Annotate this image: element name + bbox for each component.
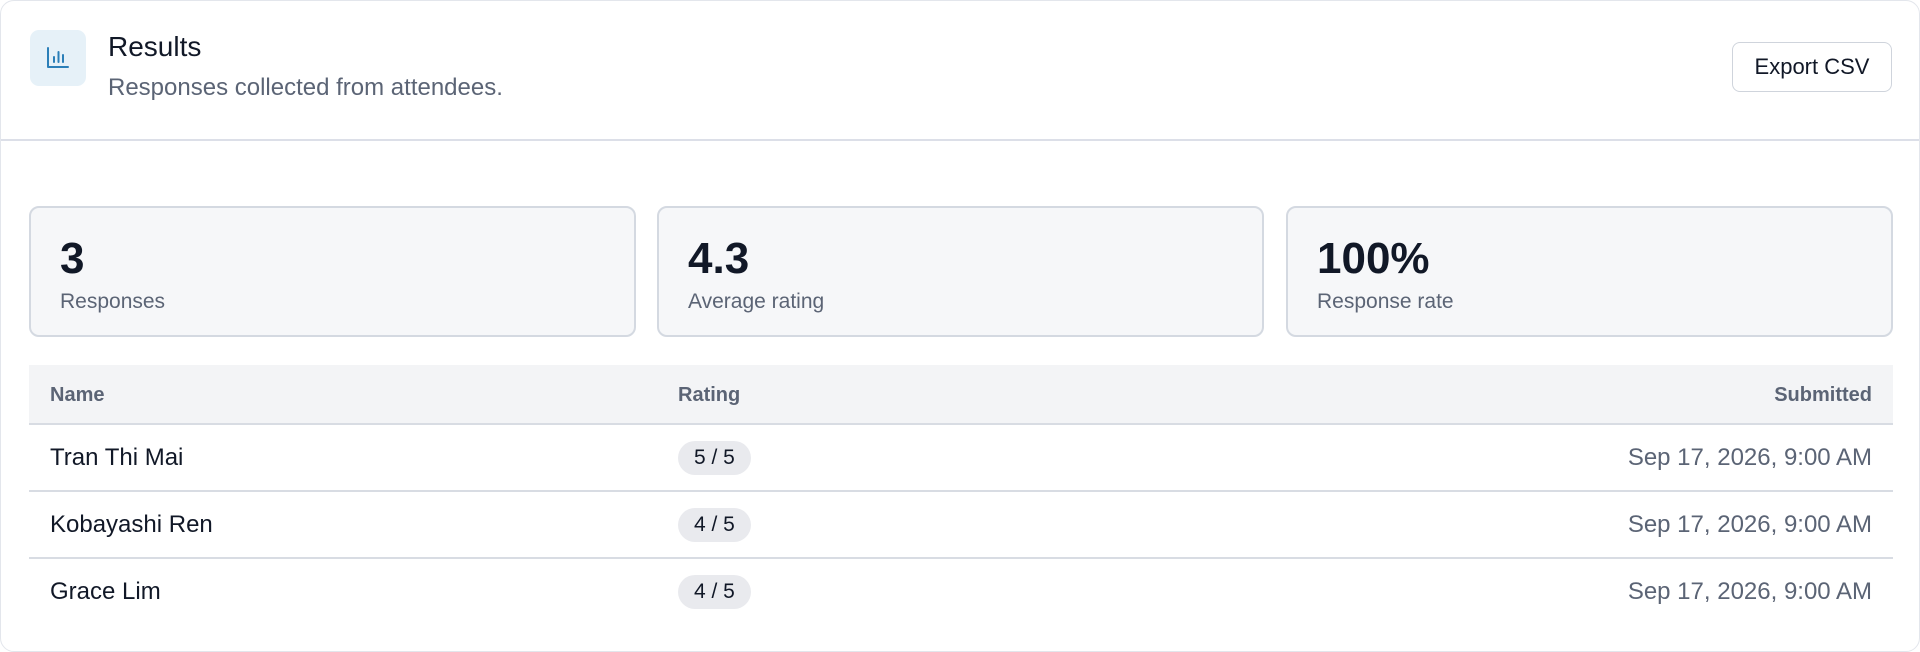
bar-chart-icon-graphic <box>47 47 69 68</box>
table-header: Name Rating Submitted <box>29 365 1893 425</box>
results-header: Results Responses collected from attende… <box>1 1 1919 141</box>
stat-value: 3 <box>60 234 85 283</box>
table-row[interactable]: Grace Lim 4 / 5 Sep 17, 2026, 9:00 AM <box>29 559 1893 626</box>
stat-label: Average rating <box>688 290 825 313</box>
stat-card-average-rating: 4.3 Average rating <box>657 206 1264 337</box>
table-row[interactable]: Tran Thi Mai 5 / 5 Sep 17, 2026, 9:00 AM <box>29 425 1893 492</box>
stat-card-response-rate: 100% Response rate <box>1286 206 1893 337</box>
column-header-rating[interactable]: Rating <box>678 384 740 407</box>
stat-label: Response rate <box>1317 290 1454 313</box>
submitted-date: Sep 17, 2026, 9:00 AM <box>1627 511 1872 538</box>
stat-card-responses: 3 Responses <box>29 206 636 337</box>
column-header-submitted[interactable]: Submitted <box>1774 384 1872 407</box>
responses-table: Name Rating Submitted Tran Thi Mai 5 / 5… <box>29 365 1893 626</box>
stat-label: Responses <box>60 290 166 313</box>
results-card: Results Responses collected from attende… <box>0 0 1920 652</box>
respondent-name: Tran Thi Mai <box>50 444 184 471</box>
stat-value: 100% <box>1317 234 1430 283</box>
bar-chart-icon <box>30 30 86 86</box>
rating-badge: 4 / 5 <box>678 575 751 609</box>
page-subtitle: Responses collected from attendees. <box>108 74 503 101</box>
stats-row: 3 Responses 4.3 Average rating 100% Resp… <box>29 206 1893 337</box>
column-header-name[interactable]: Name <box>50 384 104 407</box>
export-csv-button[interactable]: Export CSV <box>1732 42 1892 92</box>
rating-badge: 5 / 5 <box>678 441 751 475</box>
respondent-name: Kobayashi Ren <box>50 511 213 538</box>
stat-value: 4.3 <box>688 234 750 283</box>
rating-badge: 4 / 5 <box>678 508 751 542</box>
table-row[interactable]: Kobayashi Ren 4 / 5 Sep 17, 2026, 9:00 A… <box>29 492 1893 559</box>
submitted-date: Sep 17, 2026, 9:00 AM <box>1627 444 1872 471</box>
page-title: Results <box>108 31 202 62</box>
respondent-name: Grace Lim <box>50 578 161 605</box>
submitted-date: Sep 17, 2026, 9:00 AM <box>1627 578 1872 605</box>
